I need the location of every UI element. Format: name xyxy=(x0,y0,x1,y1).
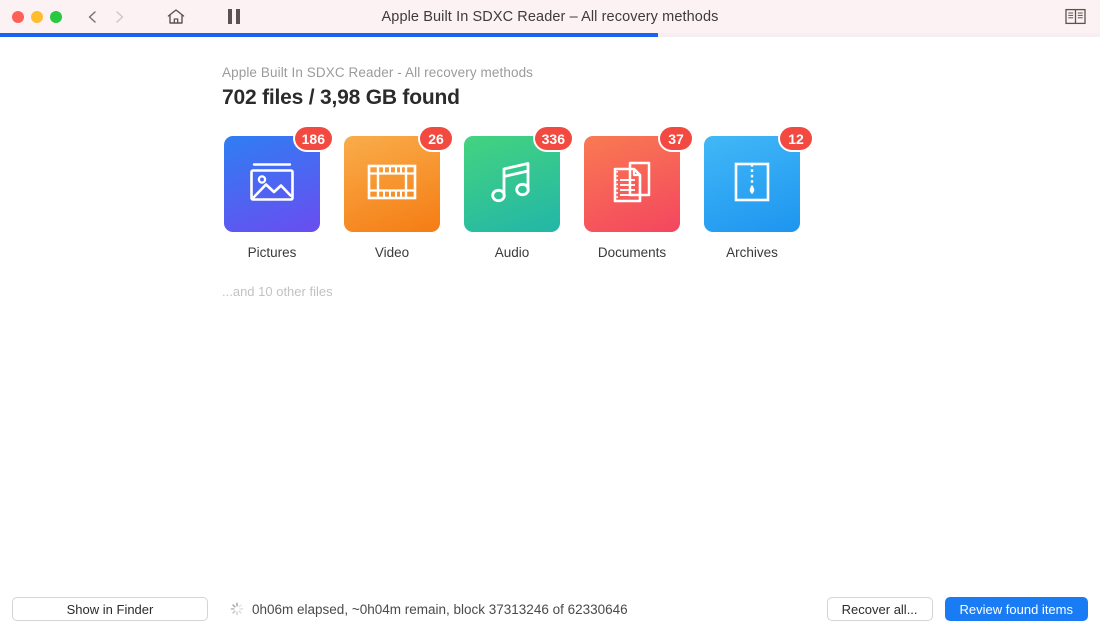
pause-button[interactable] xyxy=(223,6,245,28)
film-strip-icon xyxy=(366,160,418,209)
other-files-note: ...and 10 other files xyxy=(222,284,333,299)
category-count-badge: 186 xyxy=(292,125,334,152)
home-button[interactable] xyxy=(164,5,188,29)
scan-status: 0h06m elapsed, ~0h04m remain, block 3731… xyxy=(230,602,628,617)
toggle-view-button[interactable] xyxy=(1064,6,1086,26)
music-note-icon xyxy=(488,157,536,212)
back-button[interactable] xyxy=(81,6,103,28)
category-tile-pictures[interactable]: 186 Pictures xyxy=(222,125,334,260)
archive-zip-icon xyxy=(730,157,774,212)
scan-status-text: 0h06m elapsed, ~0h04m remain, block 3731… xyxy=(252,601,628,617)
chevron-right-icon xyxy=(116,10,124,23)
scan-source-subtitle: Apple Built In SDXC Reader - All recover… xyxy=(222,65,534,80)
category-tile-square[interactable]: 186 xyxy=(224,125,334,232)
close-window-button[interactable] xyxy=(12,10,24,23)
category-tile-documents[interactable]: 37 Documents xyxy=(582,125,694,260)
category-tile-square[interactable]: 12 xyxy=(704,125,814,232)
category-tile-archives[interactable]: 12 Archives xyxy=(702,125,814,260)
category-count-badge: 336 xyxy=(532,125,574,152)
bottom-actions: Recover all... Review found items xyxy=(826,597,1088,621)
image-icon xyxy=(245,158,299,211)
minimize-window-button[interactable] xyxy=(31,10,43,23)
documents-icon xyxy=(606,157,658,212)
chevron-left-icon xyxy=(88,10,96,23)
category-tiles: 186 Pictures 26 Video 336 Audio 37 Docum… xyxy=(222,125,1100,260)
traffic-lights xyxy=(0,10,62,23)
home-icon xyxy=(167,8,185,24)
category-tile-label: Video xyxy=(374,245,410,260)
bottom-bar: Show in Finder 0h06m elapsed, ~0h04m rem… xyxy=(0,585,1100,633)
category-tile-label: Audio xyxy=(494,245,530,260)
maximize-window-button[interactable] xyxy=(50,10,62,23)
category-count-badge: 37 xyxy=(658,125,694,152)
category-tile-video[interactable]: 26 Video xyxy=(342,125,454,260)
category-tile-label: Archives xyxy=(726,245,778,260)
category-tile-square[interactable]: 26 xyxy=(344,125,454,232)
category-tile-audio[interactable]: 336 Audio xyxy=(462,125,574,260)
review-found-items-button[interactable]: Review found items xyxy=(944,597,1088,621)
category-tile-square[interactable]: 37 xyxy=(584,125,694,232)
category-tile-square[interactable]: 336 xyxy=(464,125,574,232)
spinner-icon xyxy=(230,602,244,616)
found-summary-headline: 702 files / 3,98 GB found xyxy=(222,86,460,109)
category-tile-label: Pictures xyxy=(247,245,297,260)
category-tile-label: Documents xyxy=(597,245,667,260)
category-count-badge: 26 xyxy=(418,125,454,152)
recover-all-button[interactable]: Recover all... xyxy=(826,597,933,621)
app-window: Apple Built In SDXC Reader – All recover… xyxy=(0,0,1100,633)
category-count-badge: 12 xyxy=(778,125,814,152)
forward-button[interactable] xyxy=(109,6,131,28)
show-in-finder-button[interactable]: Show in Finder xyxy=(12,597,208,621)
navigation-buttons xyxy=(81,6,131,28)
pause-icon xyxy=(228,9,240,24)
book-view-icon xyxy=(1064,8,1086,24)
title-bar: Apple Built In SDXC Reader – All recover… xyxy=(0,0,1100,33)
main-content: Apple Built In SDXC Reader - All recover… xyxy=(0,37,1100,633)
